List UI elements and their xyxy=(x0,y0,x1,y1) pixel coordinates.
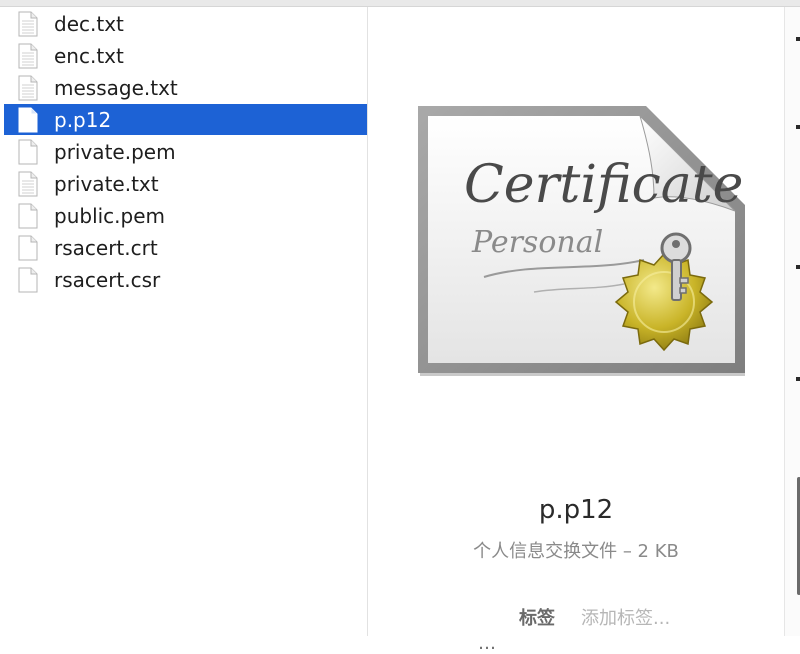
preview-pane: Certificate Personal p.p12 个人信息交换文件 – 2 … xyxy=(368,7,784,654)
list-item-selected[interactable]: p.p12 xyxy=(4,104,367,135)
certificate-subtitle: Personal xyxy=(471,225,603,260)
list-item[interactable]: private.pem xyxy=(4,136,367,167)
file-name: message.txt xyxy=(54,75,178,100)
list-item[interactable]: message.txt xyxy=(4,72,367,103)
metadata-row-cut: … xyxy=(478,633,496,654)
add-tags-field[interactable]: 添加标签... xyxy=(581,604,670,630)
list-item[interactable]: rsacert.crt xyxy=(4,232,367,263)
list-item[interactable]: rsacert.csr xyxy=(4,264,367,295)
window-edge-mark xyxy=(796,265,800,269)
window-top-edge xyxy=(0,0,800,7)
document-icon xyxy=(18,171,38,196)
file-name: public.pem xyxy=(54,203,166,228)
file-name: p.p12 xyxy=(54,107,112,132)
file-name: enc.txt xyxy=(54,43,124,68)
window-edge-mark xyxy=(796,37,800,41)
preview-filename: p.p12 xyxy=(538,495,614,525)
certificate-title: Certificate xyxy=(464,155,743,215)
list-item[interactable]: dec.txt xyxy=(4,8,367,39)
document-icon xyxy=(18,43,38,68)
document-icon xyxy=(18,267,38,292)
tags-label: 标签 xyxy=(519,608,555,629)
file-name: rsacert.crt xyxy=(54,235,158,260)
document-icon xyxy=(18,11,38,36)
window-edge-mark xyxy=(796,377,800,381)
adjacent-window-edge xyxy=(784,7,800,636)
file-list[interactable]: dec.txt enc.txt message.txt p.p12 privat… xyxy=(0,7,367,636)
document-icon xyxy=(18,203,38,228)
file-name: private.txt xyxy=(54,171,159,196)
list-item[interactable]: private.txt xyxy=(4,168,367,199)
document-icon xyxy=(18,139,38,164)
file-name: dec.txt xyxy=(54,11,124,36)
list-item[interactable]: enc.txt xyxy=(4,40,367,71)
preview-filekind: 个人信息交换文件 – 2 KB xyxy=(473,541,679,562)
document-icon xyxy=(18,235,38,260)
file-name: rsacert.csr xyxy=(54,267,161,292)
file-name: private.pem xyxy=(54,139,176,164)
list-item[interactable]: public.pem xyxy=(4,200,367,231)
document-icon xyxy=(18,75,38,100)
document-icon xyxy=(18,107,38,132)
window-edge-mark xyxy=(796,125,800,129)
certificate-icon: Certificate Personal xyxy=(418,106,745,376)
